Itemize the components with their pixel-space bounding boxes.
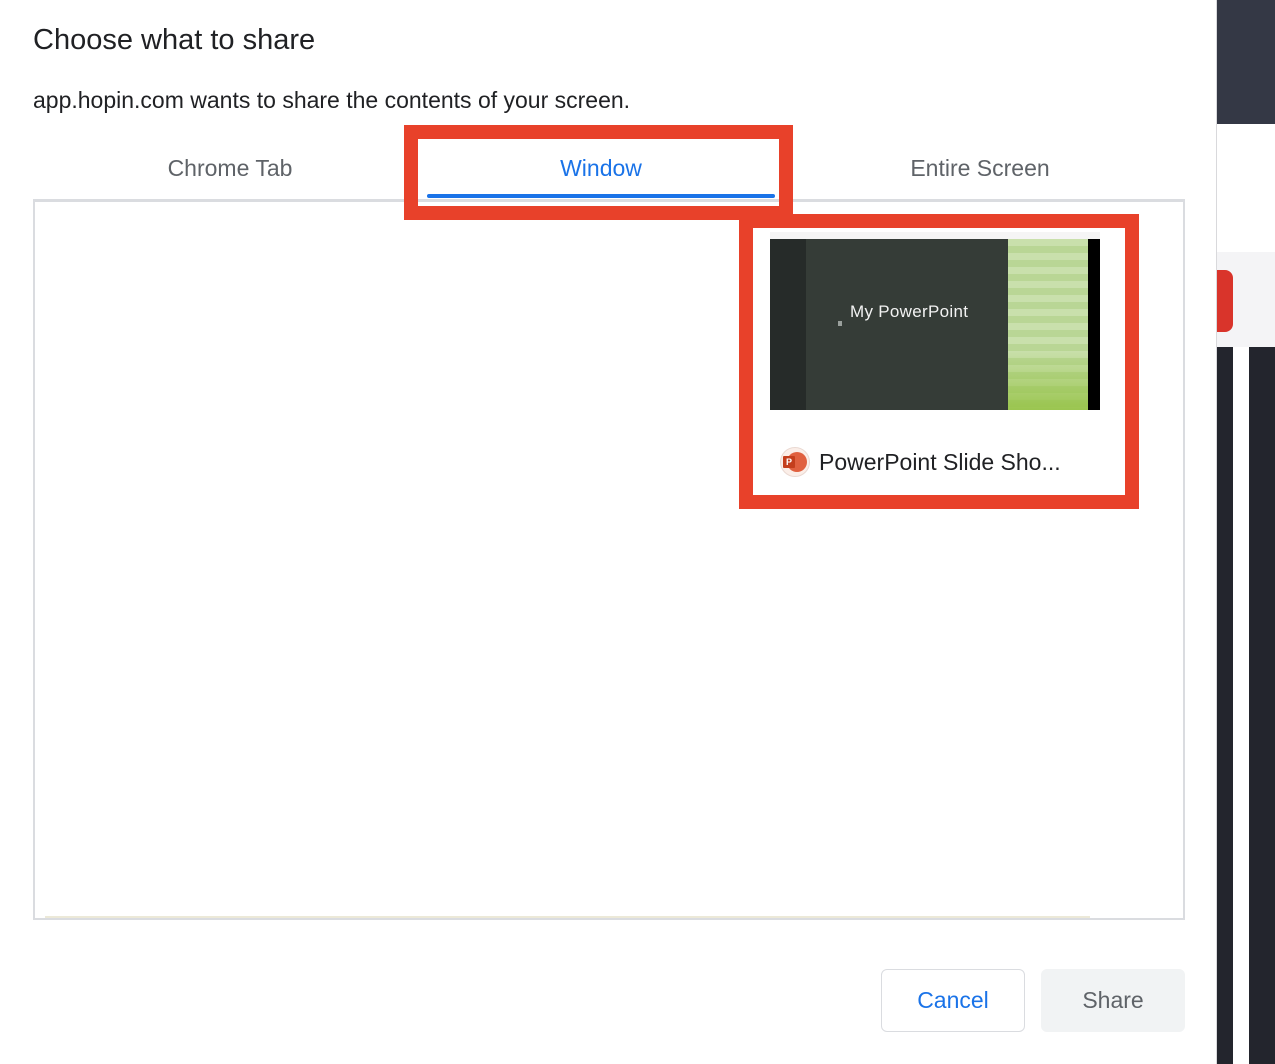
tab-window[interactable]: Window: [427, 150, 775, 198]
background-header: [1217, 0, 1275, 124]
powerpoint-icon: P: [780, 447, 810, 477]
powerpoint-icon-letter: P: [783, 456, 795, 468]
dialog-subtitle: app.hopin.com wants to share the content…: [33, 87, 631, 113]
tab-label: Window: [560, 155, 642, 181]
background-red-button: [1217, 270, 1233, 332]
window-source-name: PowerPoint Slide Sho...: [819, 448, 1061, 475]
thumbnail-slide-graphic: [1008, 239, 1088, 410]
tab-chrome-tab[interactable]: Chrome Tab: [33, 150, 427, 198]
dialog-title: Choose what to share: [33, 24, 316, 56]
tab-entire-screen[interactable]: Entire Screen: [775, 150, 1185, 198]
thumbnail-slide-title: My PowerPoint: [850, 302, 969, 321]
thumbnail-slide: [806, 239, 1008, 410]
share-button[interactable]: Share: [1041, 969, 1185, 1032]
window-source-label: P PowerPoint Slide Sho...: [780, 446, 1061, 478]
window-source-powerpoint[interactable]: My PowerPoint P PowerPoint Slide Sho...: [770, 232, 1100, 487]
background-gap: [1233, 347, 1249, 1064]
thumbnail-edge: [1088, 239, 1100, 410]
window-thumbnail: My PowerPoint: [770, 232, 1100, 410]
tab-label: Chrome Tab: [167, 155, 293, 181]
cancel-button[interactable]: Cancel: [881, 969, 1025, 1032]
thumbnail-sidebar: [770, 239, 806, 410]
active-tab-indicator: [427, 194, 775, 198]
tab-label: Entire Screen: [910, 155, 1050, 181]
pane-scroll-edge: [45, 916, 1090, 918]
cursor-icon: [838, 321, 842, 326]
share-dialog: Choose what to share app.hopin.com wants…: [0, 0, 1217, 1064]
background-panel: [1217, 124, 1275, 252]
